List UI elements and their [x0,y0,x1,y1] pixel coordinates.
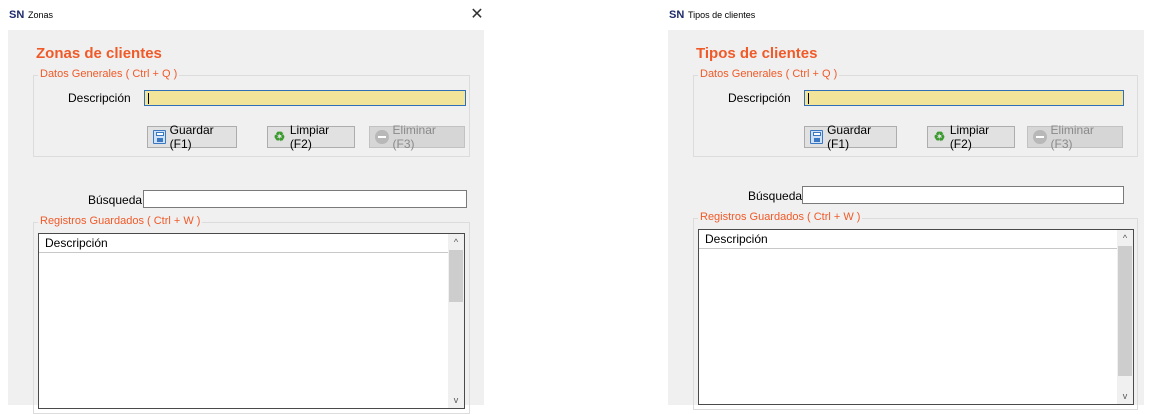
scroll-thumb[interactable] [449,250,463,302]
descripcion-input[interactable] [804,90,1124,106]
registros-guardados-group: Registros Guardados ( Ctrl + W ) Descrip… [33,215,470,414]
busqueda-input[interactable] [143,190,467,208]
window-title: Zonas [28,10,54,20]
column-header-descripcion[interactable]: Descripción [699,230,1117,249]
datos-generales-group: Datos Generales ( Ctrl + Q ) Descripción… [33,68,470,157]
column-header-descripcion[interactable]: Descripción [39,234,448,253]
eliminar-label: Eliminar (F3) [392,123,436,151]
vertical-scrollbar[interactable]: ^ v [448,234,464,408]
busqueda-label: Búsqueda [748,189,803,203]
form-heading: Zonas de clientes [36,45,162,62]
form-client-area: Zonas de clientes Datos Generales ( Ctrl… [8,30,484,414]
limpiar-label: Limpiar (F2) [289,123,330,151]
save-icon [153,130,166,144]
datos-generales-label: Datos Generales ( Ctrl + Q ) [698,68,840,80]
save-icon [810,130,824,144]
window-zonas: SN Zonas ✕ Zonas de clientes Datos Gener… [0,0,492,414]
form-heading: Tipos de clientes [696,45,818,62]
close-icon: ✕ [470,6,484,23]
busqueda-label: Búsqueda [88,193,143,207]
title-bar: SN Zonas ✕ [0,0,492,30]
scroll-down-arrow-icon[interactable]: v [448,392,464,408]
text-caret [148,93,149,104]
limpiar-button[interactable]: ♻ Limpiar (F2) [267,123,355,151]
minus-circle-icon [1033,130,1047,144]
window-tipos-de-clientes: SN Tipos de clientes Tipos de clientes D… [660,0,1152,410]
registros-guardados-group: Registros Guardados ( Ctrl + W ) Descrip… [693,211,1138,410]
scroll-up-arrow-icon[interactable]: ^ [1117,230,1133,246]
limpiar-label: Limpiar (F2) [949,123,990,151]
records-grid[interactable]: Descripción ^ v [698,229,1134,405]
eliminar-button[interactable]: Eliminar (F3) [1027,123,1123,151]
recycle-icon: ♻ [273,129,286,144]
recycle-icon: ♻ [933,129,946,144]
title-bar: SN Tipos de clientes [660,0,1152,30]
descripcion-label: Descripción [68,91,131,105]
guardar-label: Guardar (F1) [827,123,872,151]
descripcion-input[interactable] [144,90,466,106]
descripcion-label: Descripción [728,91,791,105]
busqueda-input[interactable] [802,186,1124,204]
scroll-thumb[interactable] [1118,246,1132,376]
registros-guardados-label: Registros Guardados ( Ctrl + W ) [698,211,863,223]
close-button[interactable]: ✕ [462,4,492,26]
app-logo: SN [669,9,685,21]
records-grid[interactable]: Descripción ^ v [38,233,465,409]
datos-generales-label: Datos Generales ( Ctrl + Q ) [38,68,180,80]
limpiar-button[interactable]: ♻ Limpiar (F2) [927,123,1015,151]
scroll-up-arrow-icon[interactable]: ^ [448,234,464,250]
minus-circle-icon [375,130,389,144]
eliminar-label: Eliminar (F3) [1050,123,1094,151]
form-client-area: Tipos de clientes Datos Generales ( Ctrl… [668,30,1144,410]
text-caret [808,93,809,104]
guardar-button[interactable]: Guardar (F1) [147,123,237,151]
guardar-label: Guardar (F1) [169,123,214,151]
app-logo: SN [9,9,25,21]
registros-guardados-label: Registros Guardados ( Ctrl + W ) [38,215,203,227]
guardar-button[interactable]: Guardar (F1) [804,123,897,151]
eliminar-button[interactable]: Eliminar (F3) [369,123,465,151]
datos-generales-group: Datos Generales ( Ctrl + Q ) Descripción… [693,68,1138,157]
window-title: Tipos de clientes [688,10,756,20]
scroll-down-arrow-icon[interactable]: v [1117,388,1133,404]
vertical-scrollbar[interactable]: ^ v [1117,230,1133,404]
